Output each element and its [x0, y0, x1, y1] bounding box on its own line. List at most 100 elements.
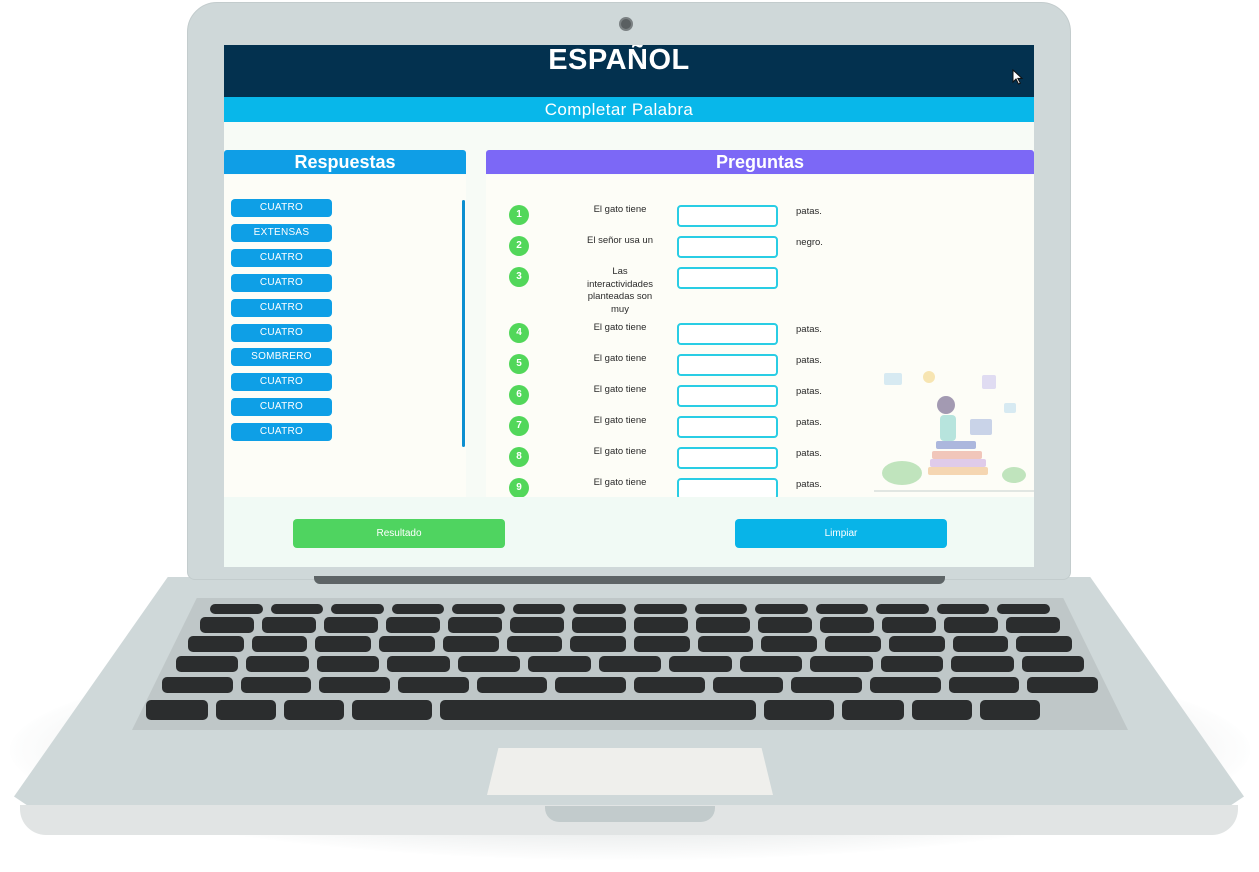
keyboard-key [882, 617, 936, 633]
keyboard-key [352, 700, 432, 720]
keyboard-key [825, 636, 881, 652]
keyboard-key [634, 617, 688, 633]
keyboard-key [476, 677, 548, 693]
keyboard-key [251, 636, 308, 652]
keyboard-key [912, 700, 972, 720]
keyboard-key [712, 677, 784, 693]
laptop-lid-notch [545, 806, 715, 822]
question-number-badge: 1 [509, 205, 529, 225]
keyboard-key [572, 617, 626, 633]
keyboard-key [669, 656, 732, 672]
keyboard-key [944, 617, 998, 633]
answer-drop-field[interactable] [677, 205, 778, 227]
keyboard-key [506, 636, 563, 652]
keyboard-key [528, 656, 591, 672]
keyboard-key [324, 617, 378, 633]
keyboard-key [951, 656, 1014, 672]
question-number-badge: 2 [509, 236, 529, 256]
keyboard-key [1006, 617, 1060, 633]
keyboard-key [936, 604, 990, 614]
keyboard-key [512, 604, 566, 614]
question-number-badge: 8 [509, 447, 529, 467]
answer-chip[interactable]: CUATRO [231, 373, 332, 392]
question-number-badge: 3 [509, 267, 529, 287]
keyboard-key [379, 636, 435, 652]
keyboard-key [1027, 677, 1098, 693]
answer-chip[interactable]: CUATRO [231, 199, 332, 217]
app-screen: ESPAÑOL Completar Palabra Respuestas Pre… [224, 45, 1034, 567]
student-illustration [874, 371, 1034, 492]
question-number-badge: 7 [509, 416, 529, 436]
answer-chip[interactable]: CUATRO [231, 248, 332, 267]
keyboard-key [888, 636, 945, 652]
page-title: ESPAÑOL [548, 45, 690, 76]
keyboard-key [442, 636, 499, 652]
answer-chip[interactable]: SOMBRERO [231, 348, 332, 367]
answer-drop-field[interactable] [677, 267, 778, 289]
question-suffix: patas. [796, 206, 822, 217]
question-text: El señor usa un [586, 235, 653, 246]
questions-panel-title: Preguntas [486, 150, 1034, 174]
keyboard-key [386, 617, 440, 633]
keyboard-key [1021, 656, 1084, 672]
webcam-icon [619, 17, 633, 31]
keyboard-key [246, 656, 309, 672]
keyboard-key [398, 677, 469, 693]
keyboard-key [331, 604, 384, 614]
keyboard-key [791, 677, 862, 693]
keyboard-key [162, 677, 233, 693]
keyboard-key [697, 636, 754, 652]
answer-chip[interactable]: CUATRO [231, 423, 332, 442]
result-button[interactable]: Resultado [293, 519, 505, 548]
question-suffix: patas. [796, 355, 822, 366]
keyboard-key [270, 604, 324, 614]
keyboard-key [739, 656, 803, 672]
keyboard-key [634, 677, 705, 693]
keyboard-key [598, 656, 662, 672]
keyboard-key [240, 677, 312, 693]
question-text: El gato tiene [593, 322, 647, 333]
question-text: El gato tiene [593, 353, 647, 364]
keyboard-key [634, 604, 687, 614]
keyboard-key [316, 656, 380, 672]
keyboard-key [188, 636, 244, 652]
laptop-hinge [314, 576, 945, 584]
keyboard-key [510, 617, 564, 633]
question-number-badge: 9 [509, 478, 529, 498]
keyboard-key [842, 700, 904, 720]
answer-drop-field[interactable] [677, 447, 778, 469]
app-header: ESPAÑOL [224, 45, 1034, 97]
question-text: Las interactividades planteadas son muy [586, 266, 653, 315]
keyboard-key [815, 604, 869, 614]
keyboard-key [634, 636, 690, 652]
clear-button[interactable]: Limpiar [735, 519, 947, 548]
answer-drop-field[interactable] [677, 323, 778, 345]
keyboard-key [210, 604, 263, 614]
keyboard-key [573, 604, 626, 614]
answer-chip[interactable]: CUATRO [231, 398, 332, 417]
answer-chip[interactable]: EXTENSAS [231, 223, 332, 242]
keyboard-key [200, 617, 254, 633]
answer-drop-field[interactable] [677, 354, 778, 376]
keyboard-key [570, 636, 626, 652]
answers-scrollbar[interactable] [462, 200, 465, 447]
keyboard-key [761, 636, 818, 652]
keyboard-key [820, 617, 874, 633]
keyboard-key [694, 604, 748, 614]
keyboard-key [755, 604, 808, 614]
answer-drop-field[interactable] [677, 416, 778, 438]
answer-chip[interactable]: CUATRO [231, 298, 332, 317]
question-suffix: patas. [796, 448, 822, 459]
answer-chip[interactable]: CUATRO [231, 273, 332, 292]
answer-drop-field[interactable] [677, 385, 778, 407]
keyboard-key [315, 636, 372, 652]
keyboard-key [980, 700, 1040, 720]
keyboard-key [880, 656, 944, 672]
question-text: El gato tiene [593, 415, 647, 426]
answer-drop-field[interactable] [677, 236, 778, 258]
answer-chip[interactable]: CUATRO [231, 323, 332, 342]
keyboard-key [810, 656, 873, 672]
keyboard-key [440, 700, 756, 720]
subheader: Completar Palabra [224, 97, 1034, 122]
keyboard-key [696, 617, 750, 633]
